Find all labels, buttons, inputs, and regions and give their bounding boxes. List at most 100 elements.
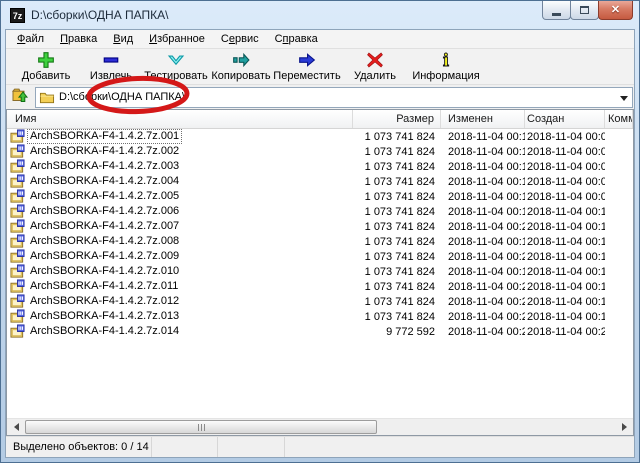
file-created: 2018-11-04 00:03 [525,131,605,143]
file-modified: 2018-11-04 00:21 [441,326,525,338]
address-combobox[interactable]: D:\сборки\ОДНА ПАПКА\ [35,87,633,108]
scrollbar-thumb[interactable] [25,420,377,434]
split-archive-file-icon [10,234,25,249]
menu-item-file[interactable]: Файл [9,31,52,47]
file-name: ArchSBORKA-F4-1.4.2.7z.014 [28,325,181,338]
toolbar-button-label: Тестировать [144,70,208,82]
file-row[interactable]: ArchSBORKA-F4-1.4.2.7z.0081 073 741 8242… [7,234,633,249]
file-modified: 2018-11-04 00:24 [441,251,525,263]
title-bar[interactable]: 7z D:\сборки\ОДНА ПАПКА\ ✕ [1,1,639,29]
file-size: 1 073 741 824 [353,266,441,278]
split-archive-file-icon [10,174,25,189]
file-list: ArchSBORKA-F4-1.4.2.7z.0011 073 741 8242… [7,129,633,418]
toolbar-button-label: Удалить [354,70,396,82]
menu-item-help[interactable]: Справка [267,31,326,47]
file-row[interactable]: ArchSBORKA-F4-1.4.2.7z.0131 073 741 8242… [7,309,633,324]
split-archive-file-icon [10,249,25,264]
file-name: ArchSBORKA-F4-1.4.2.7z.001 [28,130,181,143]
split-archive-file-icon [10,219,25,234]
file-size: 1 073 741 824 [353,191,441,203]
column-header-1[interactable]: Размер [353,110,441,128]
file-modified: 2018-11-04 00:26 [441,311,525,323]
file-row[interactable]: ArchSBORKA-F4-1.4.2.7z.0091 073 741 8242… [7,249,633,264]
folder-icon [39,90,55,105]
file-row[interactable]: ArchSBORKA-F4-1.4.2.7z.0031 073 741 8242… [7,159,633,174]
copy-icon [231,51,251,69]
menu-item-favorites[interactable]: Избранное [141,31,213,47]
file-created: 2018-11-04 00:13 [525,266,605,278]
file-row[interactable]: ArchSBORKA-F4-1.4.2.7z.005 1 073 741 8242… [7,189,633,204]
maximize-icon [580,6,589,14]
status-bar: Выделено объектов: 0 / 14 [6,436,634,457]
chevron-down-icon[interactable] [620,96,628,101]
file-name: ArchSBORKA-F4-1.4.2.7z.008 [28,235,181,248]
toolbar-button-label: Копировать [211,70,270,82]
delete-icon [365,51,385,69]
menu-item-view[interactable]: Вид [105,31,141,47]
copy-button[interactable]: Копировать [212,50,270,84]
file-row[interactable]: ArchSBORKA-F4-1.4.2.7z.0121 073 741 8242… [7,294,633,309]
scroll-left-arrow[interactable] [8,420,24,434]
file-row[interactable]: ArchSBORKA-F4-1.4.2.7z.0111 073 741 8242… [7,279,633,294]
file-modified: 2018-11-04 00:19 [441,266,525,278]
test-button[interactable]: Тестировать [140,50,212,84]
menu-item-tools[interactable]: Сервис [213,31,267,47]
column-header-3[interactable]: Создан [525,110,605,128]
file-row[interactable]: ArchSBORKA-F4-1.4.2.7z.0149 772 5922018-… [7,324,633,339]
file-size: 1 073 741 824 [353,146,441,158]
7zip-app-icon: 7z [10,8,25,23]
file-row[interactable]: ArchSBORKA-F4-1.4.2.7z.0011 073 741 8242… [7,129,633,144]
split-archive-file-icon [10,294,25,309]
svg-text:i: i [443,51,449,69]
file-modified: 2018-11-04 00:13 [441,191,525,203]
horizontal-scrollbar[interactable] [7,418,633,435]
file-size: 1 073 741 824 [353,251,441,263]
close-button[interactable]: ✕ [598,1,633,20]
file-size: 1 073 741 824 [353,236,441,248]
column-header-0[interactable]: Имя [7,110,353,128]
file-row[interactable]: ArchSBORKA-F4-1.4.2.7z.0071 073 741 8242… [7,219,633,234]
toolbar: Добавить Извлечь ТестироватьКопироватьПере… [6,49,634,85]
delete-button[interactable]: Удалить [344,50,406,84]
file-row[interactable]: ArchSBORKA-F4-1.4.2.7z.0101 073 741 8242… [7,264,633,279]
file-name: ArchSBORKA-F4-1.4.2.7z.013 [28,310,181,323]
column-header-4[interactable]: Комм [605,110,633,128]
scroll-right-arrow[interactable] [616,420,632,434]
scrollbar-grip-icon [197,424,206,431]
extract-icon [101,51,121,69]
split-archive-file-icon [10,204,25,219]
file-size: 1 073 741 824 [353,281,441,293]
info-button[interactable]: iИнформация [406,50,486,84]
file-modified: 2018-11-04 00:17 [441,206,525,218]
file-size: 1 073 741 824 [353,206,441,218]
add-icon [36,51,56,69]
add-button[interactable]: Добавить [10,50,82,84]
column-header-2[interactable]: Изменен [441,110,525,128]
selection-status: Выделено объектов: 0 / 14 [6,437,152,457]
file-created: 2018-11-04 00:19 [525,296,605,308]
file-row[interactable]: ArchSBORKA-F4-1.4.2.7z.0061 073 741 8242… [7,204,633,219]
file-name: ArchSBORKA-F4-1.4.2.7z.005 [28,190,181,203]
up-one-level-button[interactable] [9,87,31,107]
split-archive-file-icon [10,264,25,279]
split-archive-file-icon [10,144,25,159]
menu-item-edit[interactable]: Правка [52,31,105,47]
file-name: ArchSBORKA-F4-1.4.2.7z.012 [28,295,181,308]
split-archive-file-icon [10,189,25,204]
file-created: 2018-11-04 00:03 [525,161,605,173]
file-row[interactable]: ArchSBORKA-F4-1.4.2.7z.0021 073 741 8242… [7,144,633,159]
file-created: 2018-11-04 00:12 [525,221,605,233]
file-size: 1 073 741 824 [353,161,441,173]
extract-button[interactable]: Извлечь [82,50,140,84]
close-icon: ✕ [611,5,620,16]
move-button[interactable]: Переместить [270,50,344,84]
test-icon [166,51,186,69]
file-modified: 2018-11-04 00:25 [441,281,525,293]
toolbar-button-label: Извлечь [90,70,132,82]
file-list-panel: ИмяРазмерИзмененСозданКомм ArchSBORKA-F4… [6,109,634,436]
minimize-button[interactable] [542,1,571,20]
split-archive-file-icon [10,159,25,174]
window-title: D:\сборки\ОДНА ПАПКА\ [31,8,169,22]
maximize-button[interactable] [570,1,599,20]
file-row[interactable]: ArchSBORKA-F4-1.4.2.7z.0041 073 741 8242… [7,174,633,189]
